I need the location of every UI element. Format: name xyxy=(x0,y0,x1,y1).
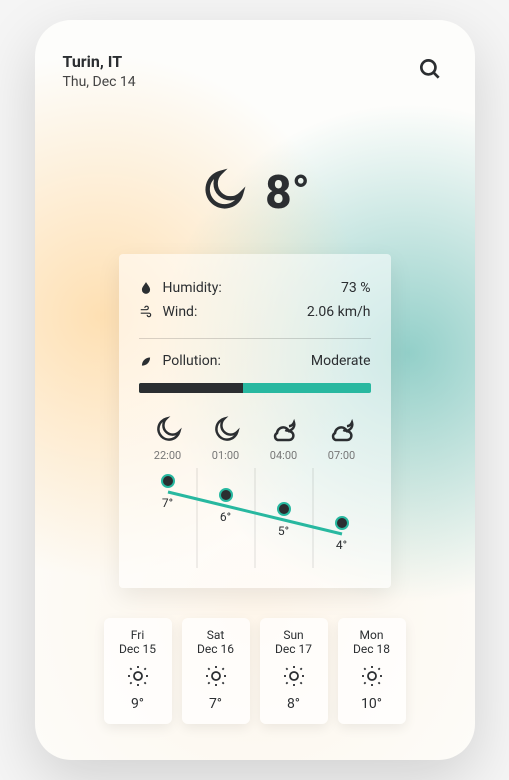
moon-icon xyxy=(199,167,247,219)
forecast-temp: 10° xyxy=(344,696,400,712)
chart-point: 5° xyxy=(277,502,291,538)
hour-time: 22:00 xyxy=(139,449,197,462)
forecast-day: Fri xyxy=(110,628,166,642)
humidity-label: Humidity: xyxy=(163,280,249,296)
chart-dot xyxy=(335,516,349,530)
chart-dot xyxy=(277,502,291,516)
chart-temp-label: 5° xyxy=(277,524,291,538)
forecast-date: Dec 15 xyxy=(110,642,166,656)
divider xyxy=(139,338,371,339)
wind-row: Wind: 2.06 km/h xyxy=(139,300,371,324)
forecast-card[interactable]: MonDec 18 10° xyxy=(338,618,406,724)
hour-time: 07:00 xyxy=(313,449,371,462)
hourly-row: 22:0001:0004:0007:00 xyxy=(139,415,371,462)
chart-point: 7° xyxy=(161,474,175,510)
moon-icon xyxy=(139,415,197,445)
forecast-temp: 8° xyxy=(266,696,322,712)
cloud-moon-icon xyxy=(255,415,313,445)
weather-app: Turin, IT Thu, Dec 14 8° Humidity: 73 % xyxy=(35,20,475,760)
forecast-day: Mon xyxy=(344,628,400,642)
sun-icon xyxy=(188,664,244,688)
forecast-day: Sun xyxy=(266,628,322,642)
sun-icon xyxy=(266,664,322,688)
cloud-moon-icon xyxy=(313,415,371,445)
pollution-row: Pollution: Moderate xyxy=(139,349,371,373)
date-label: Thu, Dec 14 xyxy=(63,73,136,91)
forecast-date: Dec 16 xyxy=(188,642,244,656)
humidity-row: Humidity: 73 % xyxy=(139,276,371,300)
search-button[interactable] xyxy=(413,52,447,89)
forecast-day: Sat xyxy=(188,628,244,642)
chart-dot xyxy=(219,488,233,502)
hour-time: 04:00 xyxy=(255,449,313,462)
forecast-card[interactable]: SatDec 16 7° xyxy=(182,618,250,724)
location-block[interactable]: Turin, IT Thu, Dec 14 xyxy=(63,52,136,91)
leaf-icon xyxy=(139,354,157,368)
forecast-card[interactable]: FriDec 15 9° xyxy=(104,618,172,724)
chart-dot xyxy=(161,474,175,488)
pollution-bar xyxy=(139,383,371,393)
chart-temp-label: 6° xyxy=(219,510,233,524)
forecast-temp: 9° xyxy=(110,696,166,712)
forecast-date: Dec 17 xyxy=(266,642,322,656)
hourly-chart: 7° 6° 5° 4° xyxy=(139,468,371,568)
droplet-icon xyxy=(139,281,157,295)
wind-icon xyxy=(139,305,157,319)
wind-label: Wind: xyxy=(163,304,249,320)
humidity-value: 73 % xyxy=(249,280,371,296)
details-card: Humidity: 73 % Wind: 2.06 km/h Pollution… xyxy=(119,254,391,588)
pollution-bar-fill xyxy=(139,383,243,393)
chart-point: 6° xyxy=(219,488,233,524)
forecast-date: Dec 18 xyxy=(344,642,400,656)
hour-col: 22:00 xyxy=(139,415,197,462)
hour-col: 07:00 xyxy=(313,415,371,462)
forecast-temp: 7° xyxy=(188,696,244,712)
moon-icon xyxy=(197,415,255,445)
current-weather: 8° xyxy=(63,166,447,220)
search-icon xyxy=(417,56,443,82)
hour-col: 01:00 xyxy=(197,415,255,462)
city-label: Turin, IT xyxy=(63,52,136,73)
chart-point: 4° xyxy=(335,516,349,552)
current-temp: 8° xyxy=(265,166,310,220)
forecast-row: FriDec 15 9° SatDec 16 7° SunDec 17 8° MonDec … xyxy=(63,618,447,724)
sun-icon xyxy=(110,664,166,688)
header: Turin, IT Thu, Dec 14 xyxy=(63,52,447,91)
wind-value: 2.06 km/h xyxy=(249,304,371,320)
pollution-value: Moderate xyxy=(249,353,371,369)
hour-col: 04:00 xyxy=(255,415,313,462)
forecast-card[interactable]: SunDec 17 8° xyxy=(260,618,328,724)
hour-time: 01:00 xyxy=(197,449,255,462)
pollution-label: Pollution: xyxy=(163,353,249,369)
sun-icon xyxy=(344,664,400,688)
chart-temp-label: 4° xyxy=(335,538,349,552)
chart-temp-label: 7° xyxy=(161,496,175,510)
